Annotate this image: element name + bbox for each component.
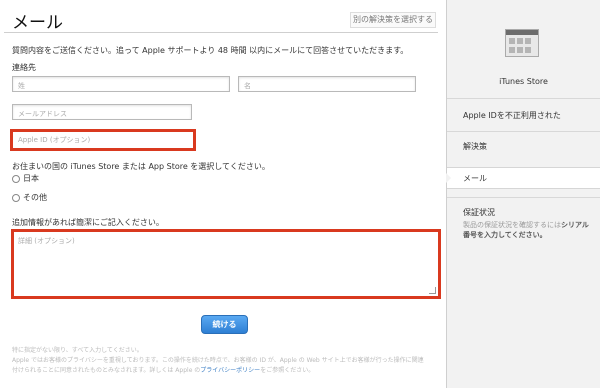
details-textarea[interactable]: 詳細 (オプション): [11, 229, 441, 299]
country-option-label: その他: [23, 193, 47, 202]
country-option-japan[interactable]: 日本: [12, 173, 39, 184]
apple-id-input[interactable]: Apple ID (オプション): [10, 129, 196, 151]
country-option-label: 日本: [23, 174, 39, 183]
divider: [447, 197, 600, 198]
choose-other-solution-link[interactable]: 別の解決策を選択する: [350, 12, 436, 28]
warranty-description: 製品の保証状況を確認するにはシリアル番号を入力してください。: [463, 220, 591, 240]
resize-grip-icon[interactable]: [429, 287, 436, 294]
last-name-input[interactable]: 姓: [12, 76, 230, 92]
radio-button[interactable]: [12, 174, 20, 183]
sidebar: iTunes Store Apple IDを不正利用された 解決策 メール 保証…: [446, 0, 600, 388]
footer-notice: 特に指定がない限り、すべて入力してください。 Apple ではお客様のプライバシ…: [12, 346, 440, 376]
footer-line: Apple ではお客様のプライバシーを重視しております。この操作を続けた時点で、…: [12, 357, 424, 364]
sidebar-item-email[interactable]: メール: [446, 167, 600, 189]
country-option-other[interactable]: その他: [12, 192, 47, 203]
country-question: お住まいの国の iTunes Store または App Store を選択して…: [12, 162, 270, 171]
warranty-text: 製品の保証状況を確認するには: [463, 221, 561, 229]
active-indicator-icon: [446, 173, 451, 183]
first-name-input[interactable]: 名: [238, 76, 416, 92]
divider: [447, 131, 600, 132]
store-name: iTunes Store: [499, 77, 548, 86]
continue-button[interactable]: 続ける: [201, 315, 248, 334]
intro-text: 質問内容をご送信ください。追って Apple サポートより 48 時間 以内にメ…: [12, 46, 409, 55]
radio-button[interactable]: [12, 193, 20, 202]
footer-text: をご参照ください。: [260, 367, 315, 374]
email-input[interactable]: メールアドレス: [12, 104, 192, 120]
details-question: 追加情報があれば簡潔にご記入ください。: [12, 218, 164, 227]
privacy-policy-link[interactable]: プライバシーポリシー: [200, 367, 260, 374]
footer-line: 付けられることに同意されたものとみなされます。詳しくは Apple のプライバシ…: [12, 366, 440, 376]
contact-label: 連絡先: [12, 63, 36, 72]
sidebar-item-apple-id-misuse[interactable]: Apple IDを不正利用された: [463, 110, 561, 121]
details-placeholder: 詳細 (オプション): [18, 237, 75, 245]
sidebar-item-label: メール: [463, 174, 487, 183]
itunes-store-thumbnail-icon: [505, 29, 539, 57]
page-title: メール: [12, 13, 63, 32]
footer-text: 付けられることに同意されたものとみなされます。詳しくは Apple の: [12, 367, 201, 374]
main-panel: メール 別の解決策を選択する 質問内容をご送信ください。追って Apple サポ…: [0, 0, 447, 388]
sidebar-item-solutions[interactable]: 解決策: [463, 141, 487, 152]
sidebar-item-warranty[interactable]: 保証状況: [463, 207, 495, 218]
divider: [447, 98, 600, 99]
header: メール 別の解決策を選択する: [4, 6, 438, 33]
footer-line: 特に指定がない限り、すべて入力してください。: [12, 347, 143, 354]
